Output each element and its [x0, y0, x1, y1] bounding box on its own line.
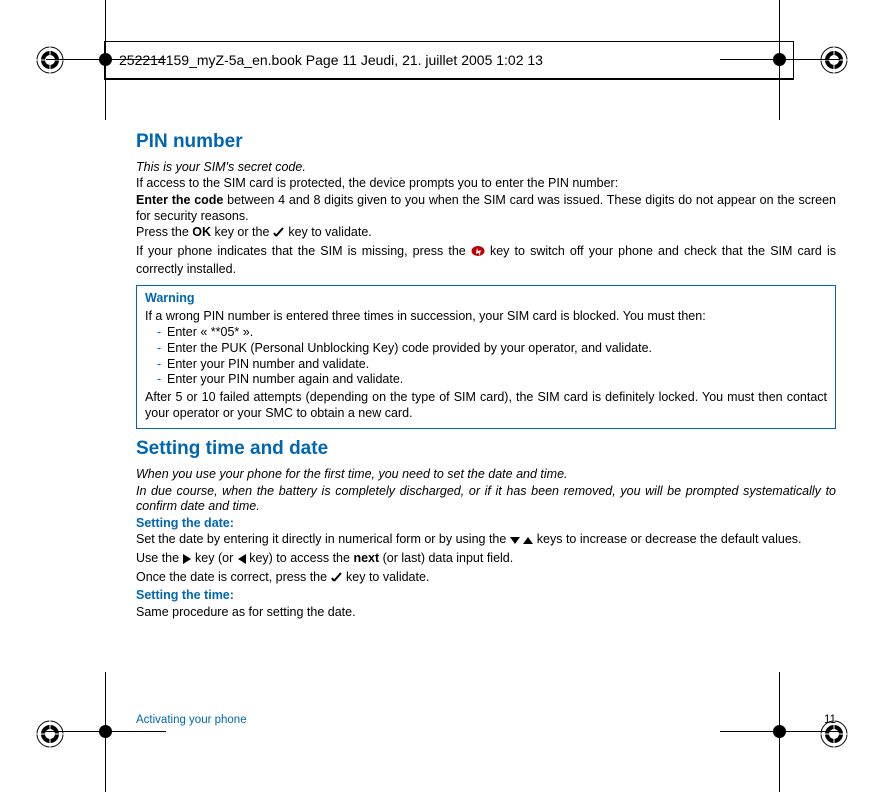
setting-date-heading: Setting the date: — [136, 516, 836, 532]
validate-key-icon — [331, 571, 343, 588]
setting-date-p3: Once the date is correct, press the key … — [136, 570, 836, 588]
warning-list: Enter « **05* ». Enter the PUK (Personal… — [145, 325, 827, 388]
pin-intro: This is your SIM's secret code. — [136, 160, 836, 176]
warning-lead: If a wrong PIN number is entered three t… — [145, 309, 827, 325]
print-registration-mark-icon — [36, 46, 64, 74]
footer-page-number: 11 — [824, 714, 836, 726]
section-heading-datetime: Setting time and date — [136, 437, 836, 461]
page-content: PIN number This is your SIM's secret cod… — [136, 130, 836, 622]
power-key-icon — [471, 245, 485, 262]
list-item: Enter your PIN number and validate. — [157, 357, 827, 373]
pin-p3: Press the OK key or the key to validate. — [136, 225, 836, 243]
warning-tail: After 5 or 10 failed attempts (depending… — [145, 390, 827, 421]
up-arrow-icon — [523, 534, 533, 550]
right-arrow-icon — [183, 553, 192, 569]
datetime-intro2: In due course, when the battery is compl… — [136, 484, 836, 515]
validate-key-icon — [273, 226, 285, 243]
warning-box: Warning If a wrong PIN number is entered… — [136, 285, 836, 429]
crop-crosshair-icon — [46, 672, 166, 792]
footer-section: Activating your phone — [136, 714, 247, 726]
setting-time-heading: Setting the time: — [136, 588, 836, 604]
setting-time-p1: Same procedure as for setting the date. — [136, 605, 836, 621]
pin-p2: Enter the code between 4 and 8 digits gi… — [136, 193, 836, 224]
down-arrow-icon — [510, 534, 520, 550]
page-footer: Activating your phone 11 — [136, 714, 836, 726]
setting-date-p1: Set the date by entering it directly in … — [136, 532, 836, 550]
setting-date-p2: Use the key (or key) to access the next … — [136, 551, 836, 569]
pin-p4: If your phone indicates that the SIM is … — [136, 244, 836, 277]
pin-p1: If access to the SIM card is protected, … — [136, 176, 836, 192]
page-header-frame: 252214159_myZ-5a_en.book Page 11 Jeudi, … — [104, 41, 794, 80]
section-heading-pin: PIN number — [136, 130, 836, 154]
print-registration-mark-icon — [36, 720, 64, 748]
page-header-text: 252214159_myZ-5a_en.book Page 11 Jeudi, … — [105, 42, 793, 79]
list-item: Enter your PIN number again and validate… — [157, 372, 827, 388]
print-registration-mark-icon — [820, 46, 848, 74]
warning-title: Warning — [145, 291, 827, 307]
list-item: Enter the PUK (Personal Unblocking Key) … — [157, 341, 827, 357]
datetime-intro1: When you use your phone for the first ti… — [136, 467, 836, 483]
left-arrow-icon — [237, 553, 246, 569]
list-item: Enter « **05* ». — [157, 325, 827, 341]
